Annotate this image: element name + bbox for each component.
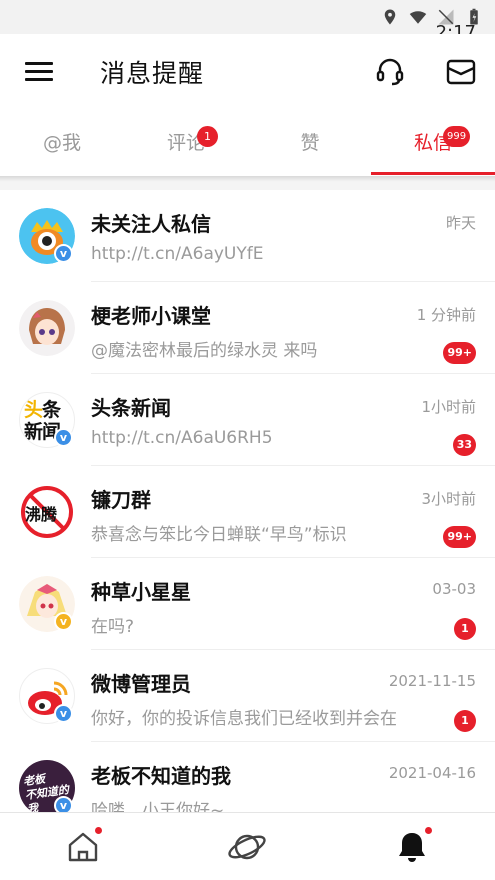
- message-preview: 在吗?: [91, 617, 135, 637]
- tab-bar: @我 评论 1 赞 私信 999: [0, 110, 495, 176]
- tab-private-messages[interactable]: 私信: [371, 110, 495, 176]
- list-item[interactable]: v 未关注人私信 http://t.cn/A6ayUYfE 昨天: [0, 190, 495, 282]
- verified-badge: v: [54, 704, 73, 723]
- contact-name: 未关注人私信: [91, 212, 211, 236]
- unread-count-badge: 99+: [443, 526, 476, 548]
- location-icon: [384, 9, 396, 25]
- verified-badge: v: [54, 244, 73, 263]
- tab-comments[interactable]: 评论: [124, 110, 248, 176]
- private-messages-badge: 999: [443, 126, 471, 147]
- message-preview: http://t.cn/A6aU6RH5: [91, 428, 273, 448]
- message-preview: @魔法密林最后的绿水灵 来吗: [91, 341, 318, 361]
- contact-name: 梗老师小课堂: [91, 304, 211, 328]
- verified-badge: v: [54, 428, 73, 447]
- contact-name: 头条新闻: [91, 396, 171, 420]
- message-preview: 你好，你的投诉信息我们已经收到并会在: [91, 709, 397, 729]
- message-preview: http://t.cn/A6ayUYfE: [91, 244, 264, 264]
- message-time: 2021-11-15: [388, 672, 476, 690]
- bottom-nav: [0, 812, 495, 880]
- headset-icon[interactable]: [374, 56, 406, 88]
- tab-likes[interactable]: 赞: [248, 110, 372, 176]
- menu-icon[interactable]: [25, 62, 53, 82]
- message-list: v 未关注人私信 http://t.cn/A6ayUYfE 昨天 梗老师小课堂 …: [0, 190, 495, 812]
- comments-badge: 1: [197, 126, 218, 147]
- divider: [0, 176, 495, 190]
- message-time: 1小时前: [421, 398, 476, 416]
- message-time: 3小时前: [421, 490, 476, 508]
- planet-icon[interactable]: [227, 827, 267, 867]
- list-item[interactable]: 沸腾 镰刀群 恭喜念与笨比今日蝉联“早鸟”标识 3小时前 99+: [0, 466, 495, 558]
- avatar: [19, 300, 75, 356]
- list-item[interactable]: 老板 不知道的我 v 老板不知道的我 哈喽，小王你好~ 2021-04-16: [0, 742, 495, 812]
- list-item[interactable]: v 种草小星星 在吗? 03-03 1: [0, 558, 495, 650]
- unread-count-badge: 1: [454, 618, 476, 640]
- message-time: 2021-04-16: [388, 764, 476, 782]
- avatar: 沸腾: [19, 484, 75, 540]
- verified-badge: v: [54, 612, 73, 631]
- mail-icon[interactable]: [446, 58, 476, 86]
- status-bar: 2:17: [0, 0, 495, 43]
- message-time: 1 分钟前: [416, 306, 476, 324]
- list-item[interactable]: 头条 新闻 v 头条新闻 http://t.cn/A6aU6RH5 1小时前 33: [0, 374, 495, 466]
- verified-badge: v: [54, 796, 73, 812]
- message-time: 03-03: [432, 580, 476, 598]
- contact-name: 镰刀群: [91, 488, 151, 512]
- app-header: 消息提醒: [0, 34, 495, 110]
- home-notification-dot: [95, 827, 102, 834]
- notifications-dot: [425, 827, 432, 834]
- unread-count-badge: 1: [454, 710, 476, 732]
- page-title: 消息提醒: [100, 59, 205, 88]
- unread-count-badge: 99+: [443, 342, 476, 364]
- message-preview: 恭喜念与笨比今日蝉联“早鸟”标识: [91, 525, 347, 545]
- list-item[interactable]: v 微博管理员 你好，你的投诉信息我们已经收到并会在 2021-11-15 1: [0, 650, 495, 742]
- message-preview: 哈喽，小王你好~: [91, 801, 225, 812]
- message-time: 昨天: [445, 214, 476, 232]
- contact-name: 种草小星星: [91, 580, 191, 604]
- tab-mentions[interactable]: @我: [0, 110, 124, 176]
- wifi-icon: [409, 11, 427, 24]
- list-item[interactable]: 梗老师小课堂 @魔法密林最后的绿水灵 来吗 1 分钟前 99+: [0, 282, 495, 374]
- active-tab-indicator: [371, 172, 495, 175]
- contact-name: 老板不知道的我: [91, 764, 231, 788]
- unread-count-badge: 33: [452, 434, 476, 456]
- contact-name: 微博管理员: [91, 672, 191, 696]
